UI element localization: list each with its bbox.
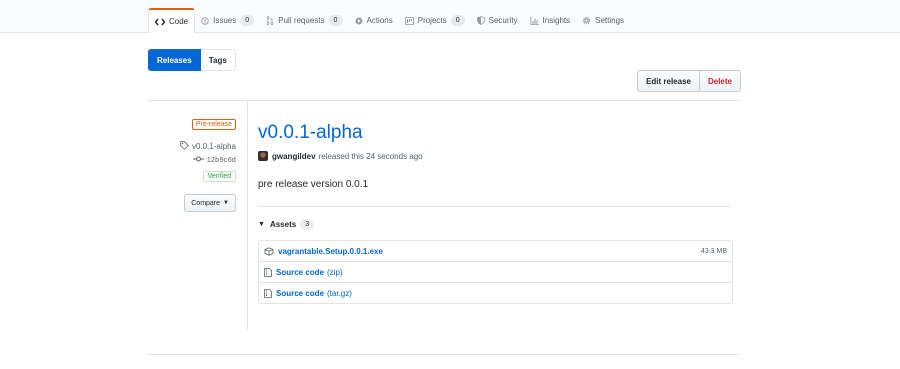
play-icon (355, 17, 363, 25)
list-item[interactable]: Source code (zip) (259, 261, 732, 282)
compare-label: Compare (191, 199, 221, 207)
divider (258, 206, 731, 207)
tab-code[interactable]: Code (148, 8, 196, 33)
tab-issues[interactable]: Issues 0 (195, 9, 260, 32)
assets-counter: 3 (300, 219, 315, 230)
assets-label: Assets (269, 220, 297, 229)
shield-icon (476, 16, 485, 25)
chevron-down-icon: ▼ (223, 200, 229, 206)
code-icon (155, 18, 165, 26)
projects-counter: 0 (450, 15, 465, 26)
tab-label: Settings (595, 16, 625, 25)
tab-label: Projects (417, 16, 447, 25)
package-icon (264, 246, 274, 256)
asset-size: 43.3 MB (700, 247, 727, 255)
tab-label: Security (488, 16, 518, 25)
delete-release-button[interactable]: Delete (699, 70, 741, 92)
release-title[interactable]: v0.0.1-alpha (258, 122, 363, 144)
divider (148, 354, 741, 355)
tab-insights[interactable]: Insights (524, 9, 577, 32)
pull-request-icon (266, 16, 274, 25)
tab-settings[interactable]: Settings (576, 9, 630, 32)
issues-counter: 0 (240, 15, 255, 26)
file-zip-icon (264, 288, 272, 298)
tags-tab[interactable]: Tags (200, 49, 236, 71)
asset-format: (tar.gz) (327, 288, 352, 298)
commit-sha: 12b9c6d (206, 156, 236, 165)
releases-tab[interactable]: Releases (148, 49, 201, 71)
asset-name: vagrantable.Setup.0.0.1.exe (278, 246, 383, 256)
asset-name: Source code (276, 267, 325, 277)
triangle-down-icon: ▼ (258, 221, 265, 228)
releases-subnav: Releases Tags (148, 49, 236, 71)
tag-name: v0.0.1-alpha (191, 142, 236, 151)
repo-tabs: Code Issues 0 Pull requests 0 Actions Pr… (148, 8, 630, 33)
avatar[interactable] (258, 151, 268, 161)
list-item[interactable]: Source code (tar.gz) (259, 282, 732, 303)
tab-label: Code (169, 17, 189, 26)
pull-requests-counter: 0 (328, 15, 343, 26)
release-commit[interactable]: 12b9c6d (192, 156, 236, 165)
tab-pull-requests[interactable]: Pull requests 0 (260, 9, 348, 32)
tab-label: Pull requests (278, 16, 325, 25)
release-byline: gwangildev released this 24 seconds ago (258, 151, 423, 161)
released-text: released this 24 seconds ago (318, 151, 423, 161)
asset-name: Source code (276, 288, 325, 298)
prerelease-label: Pre-release (191, 119, 236, 130)
tab-actions[interactable]: Actions (349, 9, 399, 32)
assets-list: vagrantable.Setup.0.0.1.exe 43.3 MB Sour… (258, 240, 733, 304)
graph-icon (530, 16, 539, 25)
compare-button[interactable]: Compare ▼ (184, 194, 236, 212)
file-zip-icon (264, 267, 272, 277)
verified-badge[interactable]: Verified (202, 171, 236, 182)
tab-projects[interactable]: Projects 0 (399, 9, 471, 32)
author-link[interactable]: gwangildev (272, 152, 316, 161)
repo-nav: Code Issues 0 Pull requests 0 Actions Pr… (0, 0, 900, 33)
tab-label: Actions (366, 16, 393, 25)
release-description: pre release version 0.0.1 (258, 179, 369, 190)
assets-toggle[interactable]: ▼ Assets 3 (258, 219, 315, 230)
release-tag[interactable]: v0.0.1-alpha (180, 141, 236, 152)
asset-format: (zip) (327, 267, 343, 277)
commit-icon (192, 156, 204, 165)
release-meta: Pre-release v0.0.1-alpha 12b9c6d Verifie… (148, 101, 248, 330)
tag-icon (180, 141, 189, 152)
project-icon (404, 16, 414, 25)
gear-icon (582, 16, 591, 25)
issue-icon (201, 16, 209, 25)
list-item[interactable]: vagrantable.Setup.0.0.1.exe 43.3 MB (259, 241, 732, 261)
release-actions: Edit release Delete (637, 70, 741, 92)
tab-label: Issues (213, 16, 237, 25)
edit-release-button[interactable]: Edit release (637, 70, 700, 92)
tab-security[interactable]: Security (471, 9, 524, 32)
tab-label: Insights (542, 16, 571, 25)
